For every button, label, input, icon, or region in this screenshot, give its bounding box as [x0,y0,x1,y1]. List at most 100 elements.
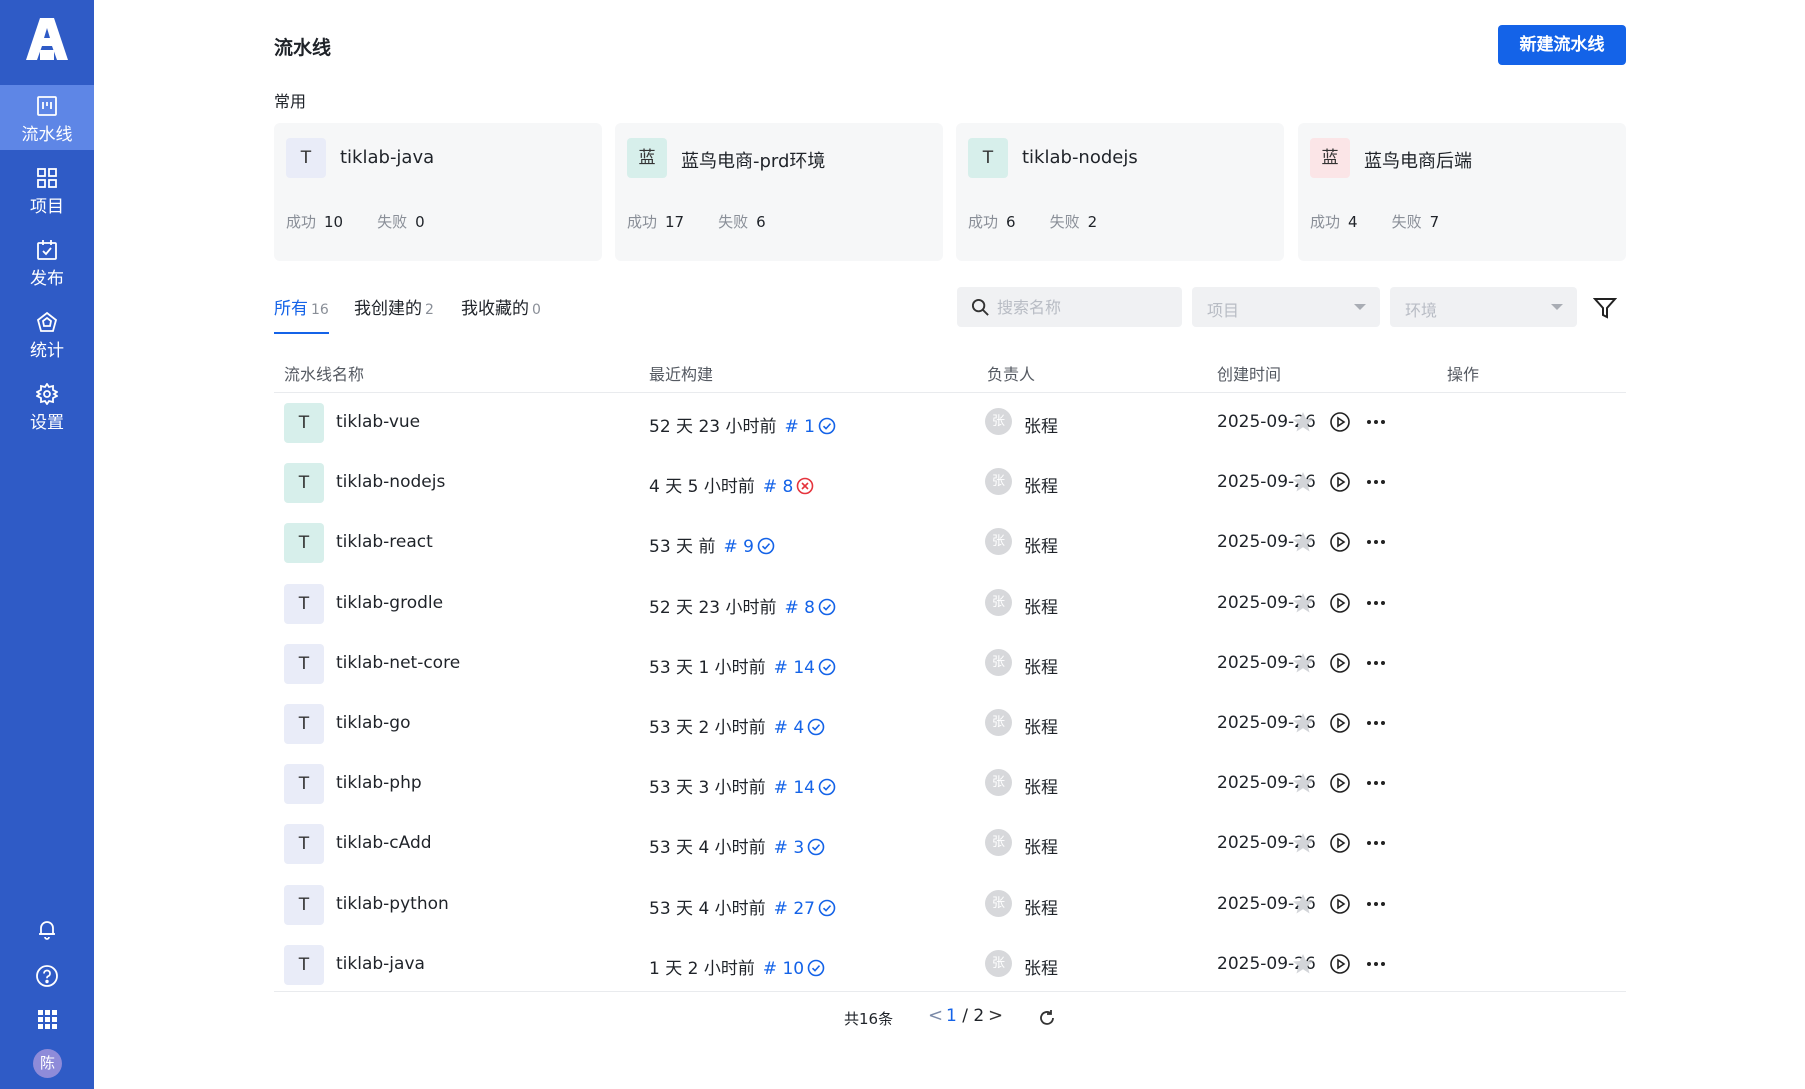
star-icon[interactable] [1291,410,1315,434]
build-number-link[interactable]: # 14 [774,778,815,798]
notifications-button[interactable] [0,917,94,945]
project-select[interactable]: 项目 [1192,287,1380,327]
table-row[interactable]: T tiklab-cAdd 53 天 4 小时前 # 3 张 张程 2025-09… [274,814,1626,874]
favorite-card[interactable]: 蓝 蓝鸟电商后端 成功 4 失败 7 [1298,123,1626,261]
pipeline-name-link[interactable]: tiklab-python [336,894,449,914]
success-label: 成功 [1310,213,1341,231]
favorite-card[interactable]: T tiklab-java 成功 10 失败 0 [274,123,602,261]
tab-favorited[interactable]: 我收藏的 0 [461,294,541,334]
star-icon[interactable] [1291,591,1315,615]
user-avatar[interactable]: 陈 [33,1049,62,1078]
run-icon[interactable] [1328,470,1352,494]
column-header-created: 创建时间 [1217,365,1282,384]
filter-icon[interactable] [1593,296,1617,320]
sidebar-item-statistics[interactable]: 统计 [0,301,94,366]
table-row[interactable]: T tiklab-nodejs 4 天 5 小时前 # 8 张 张程 2025-0… [274,453,1626,513]
star-icon[interactable] [1291,651,1315,675]
table-row[interactable]: T tiklab-grodle 52 天 23 小时前 # 8 张 张程 2025… [274,574,1626,634]
more-icon[interactable] [1364,530,1388,554]
sidebar-item-settings[interactable]: 设置 [0,373,94,438]
sidebar-item-pipeline[interactable]: 流水线 [0,85,94,150]
more-icon[interactable] [1364,410,1388,434]
refresh-icon[interactable] [1037,1008,1057,1028]
favorite-card-stats: 成功 17 失败 6 [627,211,800,232]
run-icon[interactable] [1328,410,1352,434]
favorite-card[interactable]: 蓝 蓝鸟电商-prd环境 成功 17 失败 6 [615,123,943,261]
favorite-card[interactable]: T tiklab-nodejs 成功 6 失败 2 [956,123,1284,261]
build-number-link[interactable]: # 8 [784,598,814,618]
owner-avatar: 张 [985,949,1012,977]
run-icon[interactable] [1328,952,1352,976]
build-number-link[interactable]: # 9 [723,537,753,557]
build-number-link[interactable]: # 8 [763,477,793,497]
tab-all[interactable]: 所有 16 [274,294,329,334]
star-icon[interactable] [1291,771,1315,795]
build-number-link[interactable]: # 4 [774,718,804,738]
more-icon[interactable] [1364,711,1388,735]
favorites-label: 常用 [274,92,307,111]
pipeline-name-link[interactable]: tiklab-react [336,532,433,552]
new-pipeline-button[interactable]: 新建流水线 [1498,25,1626,65]
tab-label: 我收藏的 [461,299,529,319]
apps-button[interactable] [0,1007,94,1035]
star-icon[interactable] [1291,711,1315,735]
success-status-icon [818,899,836,916]
pipeline-name-link[interactable]: tiklab-go [336,713,411,733]
prev-page-button[interactable]: < [928,1005,943,1026]
run-icon[interactable] [1328,711,1352,735]
run-icon[interactable] [1328,591,1352,615]
more-icon[interactable] [1364,470,1388,494]
run-icon[interactable] [1328,771,1352,795]
pipeline-avatar: T [284,463,324,504]
run-icon[interactable] [1328,530,1352,554]
table-row[interactable]: T tiklab-go 53 天 2 小时前 # 4 张 张程 2025-09-2… [274,694,1626,754]
run-icon[interactable] [1328,651,1352,675]
table-row[interactable]: T tiklab-vue 52 天 23 小时前 # 1 张 张程 2025-09… [274,393,1626,453]
search-input[interactable] [997,293,1172,321]
more-icon[interactable] [1364,651,1388,675]
success-status-icon [818,598,836,615]
pipeline-name-link[interactable]: tiklab-php [336,773,422,793]
build-number-link[interactable]: # 3 [774,838,804,858]
table-row[interactable]: T tiklab-php 53 天 3 小时前 # 14 张 张程 2025-09… [274,754,1626,814]
next-page-button[interactable]: > [988,1005,1003,1026]
owner-avatar: 张 [985,709,1012,736]
environment-select[interactable]: 环境 [1390,287,1577,327]
table-row[interactable]: T tiklab-net-core 53 天 1 小时前 # 14 张 张程 20… [274,634,1626,694]
pipeline-name-link[interactable]: tiklab-grodle [336,593,443,613]
more-icon[interactable] [1364,771,1388,795]
star-icon[interactable] [1291,831,1315,855]
help-button[interactable] [0,964,94,992]
logo-icon[interactable] [26,16,68,60]
sidebar-item-release[interactable]: 发布 [0,229,94,294]
more-icon[interactable] [1364,831,1388,855]
build-number-link[interactable]: # 14 [774,658,815,678]
owner-name: 张程 [1024,898,1058,919]
sidebar-item-project[interactable]: 项目 [0,157,94,222]
run-icon[interactable] [1328,892,1352,916]
pipeline-name-link[interactable]: tiklab-net-core [336,653,460,673]
pipeline-avatar: 蓝 [627,138,667,178]
build-time: 53 天 4 小时前 [649,898,766,919]
more-icon[interactable] [1364,591,1388,615]
build-number-link[interactable]: # 10 [763,959,804,979]
build-number-link[interactable]: # 1 [784,417,814,437]
tab-label: 所有 [274,299,308,319]
table-row[interactable]: T tiklab-python 53 天 4 小时前 # 27 张 张程 2025… [274,875,1626,935]
build-number-link[interactable]: # 27 [774,899,815,919]
table-row[interactable]: T tiklab-java 1 天 2 小时前 # 10 张 张程 2025-09… [274,935,1626,995]
more-icon[interactable] [1364,952,1388,976]
build-time: 53 天 2 小时前 [649,718,766,738]
pipeline-name-link[interactable]: tiklab-cAdd [336,833,432,853]
star-icon[interactable] [1291,892,1315,916]
tab-created-by-me[interactable]: 我创建的 2 [354,294,434,334]
table-row[interactable]: T tiklab-react 53 天 前 # 9 张 张程 2025-09-26 [274,513,1626,573]
pipeline-name-link[interactable]: tiklab-nodejs [336,472,445,492]
star-icon[interactable] [1291,470,1315,494]
pipeline-name-link[interactable]: tiklab-vue [336,412,420,432]
star-icon[interactable] [1291,530,1315,554]
more-icon[interactable] [1364,892,1388,916]
pipeline-name-link[interactable]: tiklab-java [336,954,425,974]
run-icon[interactable] [1328,831,1352,855]
star-icon[interactable] [1291,952,1315,976]
